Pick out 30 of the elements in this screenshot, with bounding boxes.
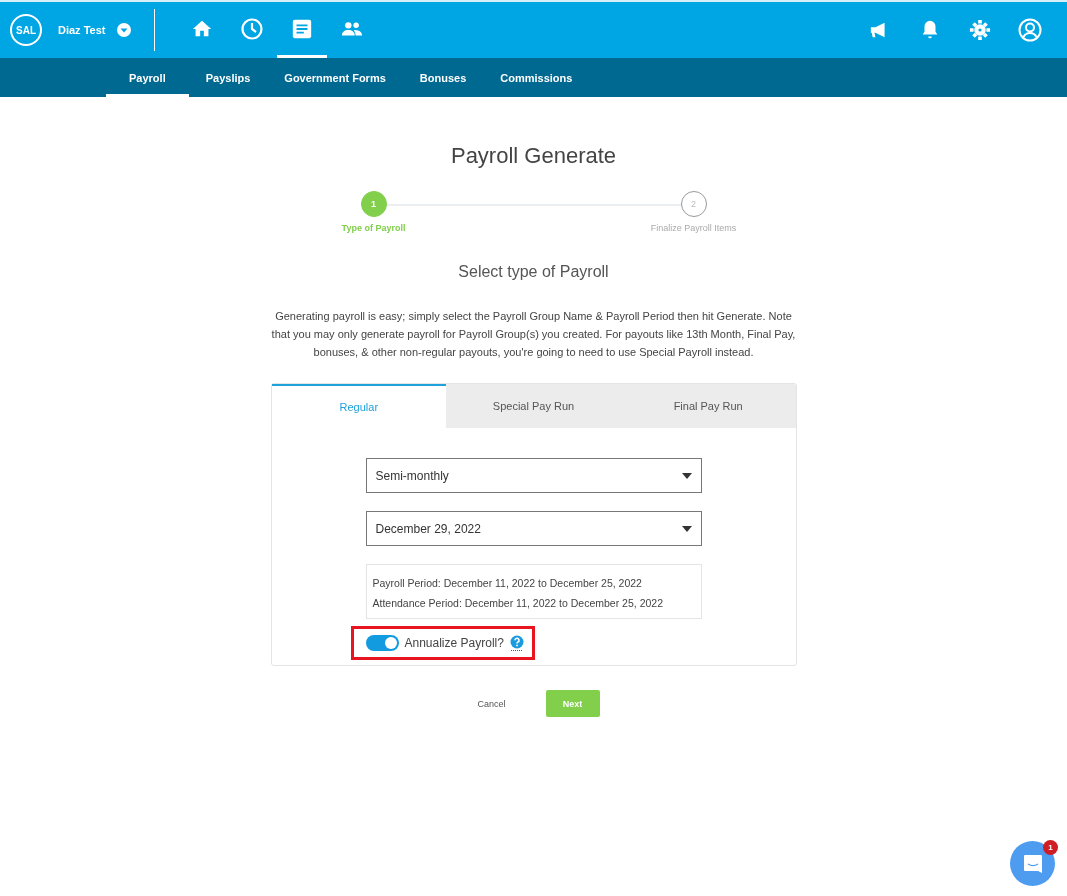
subnav-tab[interactable]: Payslips	[188, 58, 268, 97]
subnav-tab[interactable]: Commissions	[483, 58, 590, 97]
dropdown-icon[interactable]	[117, 23, 132, 37]
step-circle: 2	[680, 191, 707, 217]
chat-launcher-button[interactable]	[1010, 841, 1055, 886]
section-title: Select type of Payroll	[458, 263, 609, 281]
subnav-tab[interactable]: Bonuses	[402, 58, 484, 97]
notification-badge: 1	[1043, 840, 1058, 855]
step-label: Type of Payroll	[341, 223, 406, 233]
subnav-tab[interactable]: Government Forms	[267, 58, 403, 97]
payroll-type-tab[interactable]: Final Pay Run	[620, 384, 796, 428]
cancel-button[interactable]: Cancel	[467, 692, 516, 715]
subnav-tab[interactable]: Payroll	[106, 58, 189, 97]
dropdown-field[interactable]: December 29, 2022	[365, 511, 702, 546]
caret-icon	[681, 472, 692, 479]
period-text: Payroll Period: December 11, 2022 to December 25, 2022	[372, 577, 643, 589]
toggle-switch[interactable]	[365, 635, 399, 651]
settings-icon[interactable]	[969, 19, 991, 41]
description-text: Generating payroll is easy; simply select the Payroll Group Name & Payroll Period then hit Generate. Note that you may only generate payroll for Payroll Group(s) you created. For payouts like 13th Month, Final Pay, bonuses, & other non-regular payouts, you're going to need to use Special Payroll instead.	[270, 309, 797, 360]
toggle-label: Annualize Payroll?	[404, 636, 504, 650]
chat-icon	[1021, 852, 1044, 875]
payroll-type-tab[interactable]: Special Pay Run	[446, 384, 621, 428]
dropdown-field[interactable]: Semi-monthly	[365, 458, 702, 493]
step-label: Finalize Payroll Items	[650, 223, 737, 233]
caret-icon	[681, 525, 692, 532]
step-circle: 1	[360, 191, 387, 217]
help-icon[interactable]	[509, 635, 524, 651]
page-title: Payroll Generate	[450, 143, 617, 169]
period-text: Attendance Period: December 11, 2022 to December 25, 2022	[372, 597, 664, 609]
user-icon[interactable]	[1018, 18, 1042, 42]
